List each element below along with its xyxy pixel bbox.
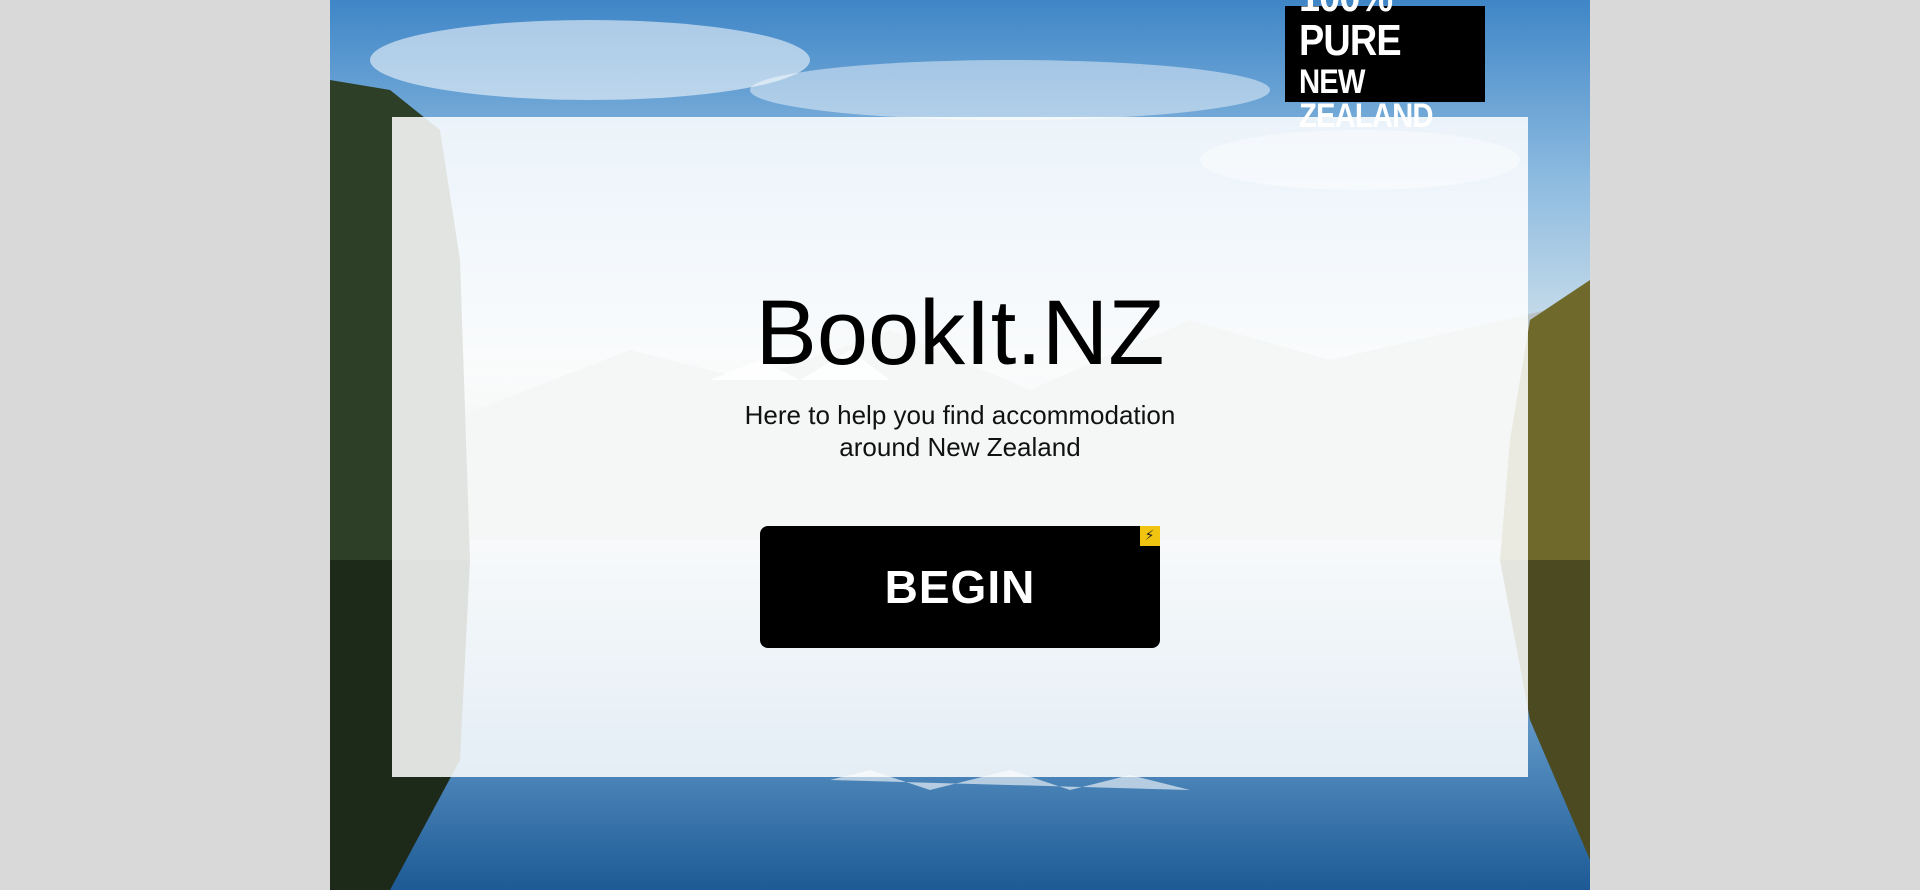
begin-button[interactable]: BEGIN ⚡ bbox=[760, 526, 1160, 648]
app-tagline: Here to help you find accommodation arou… bbox=[392, 399, 1528, 463]
100-percent-pure-nz-logo: 100% PURE NEW ZEALAND bbox=[1285, 0, 1485, 133]
tagline-line-2: around New Zealand bbox=[839, 432, 1081, 462]
begin-button-label: BEGIN bbox=[884, 561, 1036, 613]
logo-line-1: 100% PURE bbox=[1299, 0, 1402, 65]
welcome-panel: BookIt.NZ Here to help you find accommod… bbox=[392, 117, 1528, 777]
app-title: BookIt.NZ bbox=[755, 282, 1165, 384]
tagline-line-1: Here to help you find accommodation bbox=[744, 400, 1176, 430]
lightning-icon: ⚡ bbox=[1140, 526, 1160, 546]
hero-stage: 100% PURE NEW ZEALAND BookIt.NZ Here to … bbox=[330, 0, 1590, 890]
